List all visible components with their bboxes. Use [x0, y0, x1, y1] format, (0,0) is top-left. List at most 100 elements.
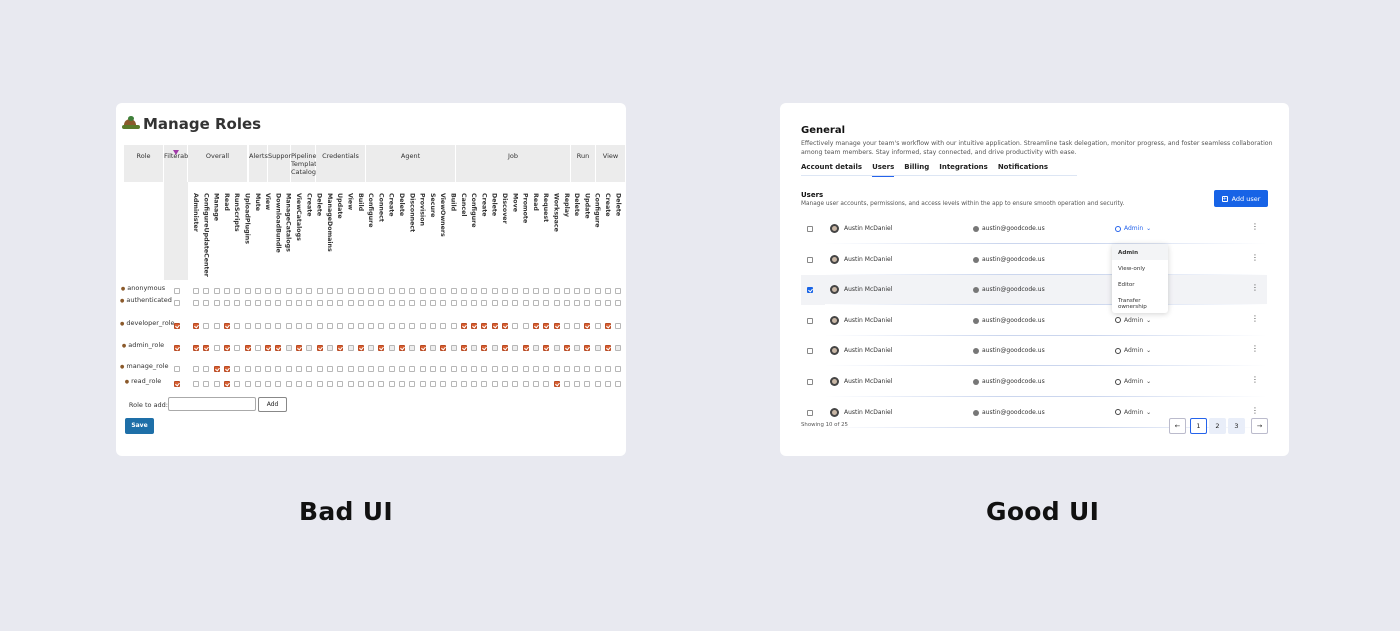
permission-checkbox[interactable] — [296, 323, 302, 329]
permission-checkbox[interactable] — [326, 345, 333, 351]
permission-checkbox[interactable] — [605, 323, 611, 329]
permission-checkbox[interactable] — [512, 323, 519, 329]
permission-checkbox[interactable] — [378, 381, 385, 387]
permission-checkbox[interactable] — [326, 366, 333, 372]
permission-checkbox[interactable] — [419, 381, 426, 387]
permission-checkbox[interactable] — [481, 366, 488, 372]
permission-checkbox[interactable] — [605, 300, 611, 306]
permission-checkbox[interactable] — [213, 288, 220, 294]
permission-checkbox[interactable] — [388, 323, 395, 329]
permission-checkbox[interactable] — [471, 366, 478, 372]
permission-checkbox[interactable] — [316, 323, 323, 329]
permission-checkbox[interactable] — [234, 323, 241, 329]
permission-checkbox[interactable] — [450, 381, 457, 387]
permission-checkbox[interactable] — [337, 323, 344, 329]
more-options-icon[interactable]: ⋮ — [1251, 284, 1259, 292]
permission-checkbox[interactable] — [368, 323, 375, 329]
permission-checkbox[interactable] — [491, 323, 498, 329]
permission-checkbox[interactable] — [409, 381, 416, 387]
permission-checkbox[interactable] — [615, 300, 622, 306]
table-row[interactable]: Austin McDaniel austin@goodcode.us Admin ⌄ ⋮ — [801, 214, 1267, 244]
permission-checkbox[interactable] — [574, 345, 581, 351]
permission-checkbox[interactable] — [553, 300, 560, 306]
permission-checkbox[interactable] — [275, 381, 282, 387]
table-row[interactable]: Austin McDaniel austin@goodcode.us Admin ⌄ ⋮ — [801, 336, 1267, 367]
role-to-add-input[interactable] — [168, 397, 256, 411]
permission-checkbox[interactable] — [574, 300, 581, 306]
permission-checkbox[interactable] — [409, 345, 416, 351]
permission-checkbox[interactable] — [409, 366, 416, 372]
permission-checkbox[interactable] — [244, 300, 251, 306]
permission-checkbox[interactable] — [605, 345, 611, 351]
permission-checkbox[interactable] — [316, 381, 323, 387]
permission-checkbox[interactable] — [584, 288, 591, 294]
permission-checkbox[interactable] — [244, 288, 251, 294]
permission-checkbox[interactable] — [481, 345, 488, 351]
filterable-checkbox[interactable] — [174, 323, 180, 329]
permission-checkbox[interactable] — [368, 300, 375, 306]
permission-checkbox[interactable] — [203, 300, 210, 306]
filterable-checkbox[interactable] — [174, 300, 180, 306]
row-checkbox[interactable] — [807, 379, 813, 385]
permission-checkbox[interactable] — [234, 345, 241, 351]
permission-checkbox[interactable] — [584, 381, 591, 387]
permission-checkbox[interactable] — [223, 366, 230, 372]
permission-checkbox[interactable] — [553, 366, 560, 372]
permission-checkbox[interactable] — [347, 323, 354, 329]
more-options-icon[interactable]: ⋮ — [1251, 253, 1259, 262]
permission-checkbox[interactable] — [223, 345, 230, 351]
permission-checkbox[interactable] — [574, 381, 581, 387]
permission-checkbox[interactable] — [347, 300, 354, 306]
permission-checkbox[interactable] — [594, 288, 601, 294]
dropdown-item-view-only[interactable]: View-only — [1112, 260, 1168, 276]
permission-checkbox[interactable] — [594, 381, 601, 387]
permission-checkbox[interactable] — [399, 381, 405, 387]
permission-checkbox[interactable] — [347, 381, 354, 387]
add-user-button[interactable]: + Add user — [1214, 190, 1268, 207]
permission-checkbox[interactable] — [347, 366, 354, 372]
more-options-icon[interactable]: ⋮ — [1251, 345, 1259, 353]
permission-checkbox[interactable] — [213, 345, 220, 351]
permission-checkbox[interactable] — [543, 323, 550, 329]
row-checkbox[interactable] — [807, 409, 813, 416]
permission-checkbox[interactable] — [471, 345, 478, 351]
permission-checkbox[interactable] — [563, 381, 570, 387]
permission-checkbox[interactable] — [450, 366, 457, 372]
permission-checkbox[interactable] — [388, 300, 395, 306]
permission-checkbox[interactable] — [450, 323, 457, 329]
permission-checkbox[interactable] — [368, 381, 375, 387]
permission-checkbox[interactable] — [532, 323, 539, 329]
permission-checkbox[interactable] — [409, 288, 416, 294]
permission-checkbox[interactable] — [543, 345, 550, 351]
permission-checkbox[interactable] — [213, 300, 220, 306]
permission-checkbox[interactable] — [254, 381, 261, 387]
permission-checkbox[interactable] — [471, 288, 478, 294]
permission-checkbox[interactable] — [223, 300, 230, 306]
permission-checkbox[interactable] — [357, 366, 364, 372]
permission-checkbox[interactable] — [193, 288, 199, 294]
permission-checkbox[interactable] — [471, 323, 478, 329]
permission-checkbox[interactable] — [429, 323, 436, 329]
permission-checkbox[interactable] — [450, 300, 457, 306]
more-options-icon[interactable]: ⋮ — [1251, 376, 1259, 384]
permission-checkbox[interactable] — [285, 381, 292, 387]
permission-checkbox[interactable] — [532, 288, 539, 294]
row-checkbox[interactable] — [807, 226, 813, 232]
permission-checkbox[interactable] — [543, 381, 550, 387]
permission-checkbox[interactable] — [193, 323, 199, 329]
permission-checkbox[interactable] — [574, 366, 581, 372]
permission-checkbox[interactable] — [409, 300, 416, 306]
permission-checkbox[interactable] — [491, 300, 498, 306]
permission-checkbox[interactable] — [306, 366, 313, 372]
permission-checkbox[interactable] — [615, 288, 622, 294]
permission-checkbox[interactable] — [285, 300, 292, 306]
permission-checkbox[interactable] — [615, 345, 622, 351]
permission-checkbox[interactable] — [574, 288, 581, 294]
permission-checkbox[interactable] — [316, 345, 323, 351]
permission-checkbox[interactable] — [275, 288, 282, 294]
permission-checkbox[interactable] — [316, 288, 323, 294]
permission-checkbox[interactable] — [450, 288, 457, 294]
permission-checkbox[interactable] — [368, 288, 375, 294]
permission-checkbox[interactable] — [337, 288, 344, 294]
permission-checkbox[interactable] — [543, 300, 550, 306]
